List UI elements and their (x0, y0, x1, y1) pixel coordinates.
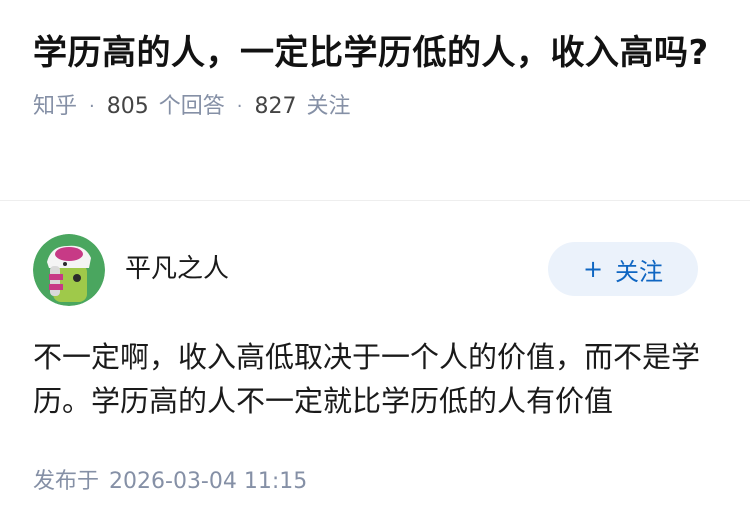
meta-separator: · (89, 96, 95, 117)
publish-info: 发布于 2026-03-04 11:15 (33, 467, 307, 497)
follow-count: 827 (254, 94, 297, 119)
published-time: 2026-03-04 11:15 (109, 469, 308, 494)
cartoon-avatar-icon[interactable] (33, 234, 105, 306)
meta-separator: · (236, 96, 243, 117)
author-name[interactable]: 平凡之人 (125, 252, 229, 286)
answer-count-label[interactable]: 个回答 (159, 92, 225, 122)
question-header: 学历高的人，一定比学历低的人，收入高吗? 知乎 · 805 个回答 · 827 … (33, 28, 723, 122)
follow-count-label[interactable]: 关注 (307, 92, 351, 122)
section-divider (0, 200, 750, 201)
question-meta: 知乎 · 805 个回答 · 827 关注 (33, 92, 723, 122)
published-label: 发布于 (33, 469, 100, 494)
follow-button[interactable]: + 关注 (548, 242, 698, 296)
question-title[interactable]: 学历高的人，一定比学历低的人，收入高吗? (33, 28, 723, 78)
source-label[interactable]: 知乎 (33, 92, 77, 122)
answer-body[interactable]: 不一定啊，收入高低取决于一个人的价值，而不是学历。学历高的人不一定就比学历低的人… (33, 335, 713, 423)
answer-count: 805 (106, 94, 149, 119)
follow-button-label: 关注 (615, 257, 664, 286)
answer-author-row: 平凡之人 + 关注 (33, 234, 698, 306)
plus-icon: + (582, 255, 604, 283)
